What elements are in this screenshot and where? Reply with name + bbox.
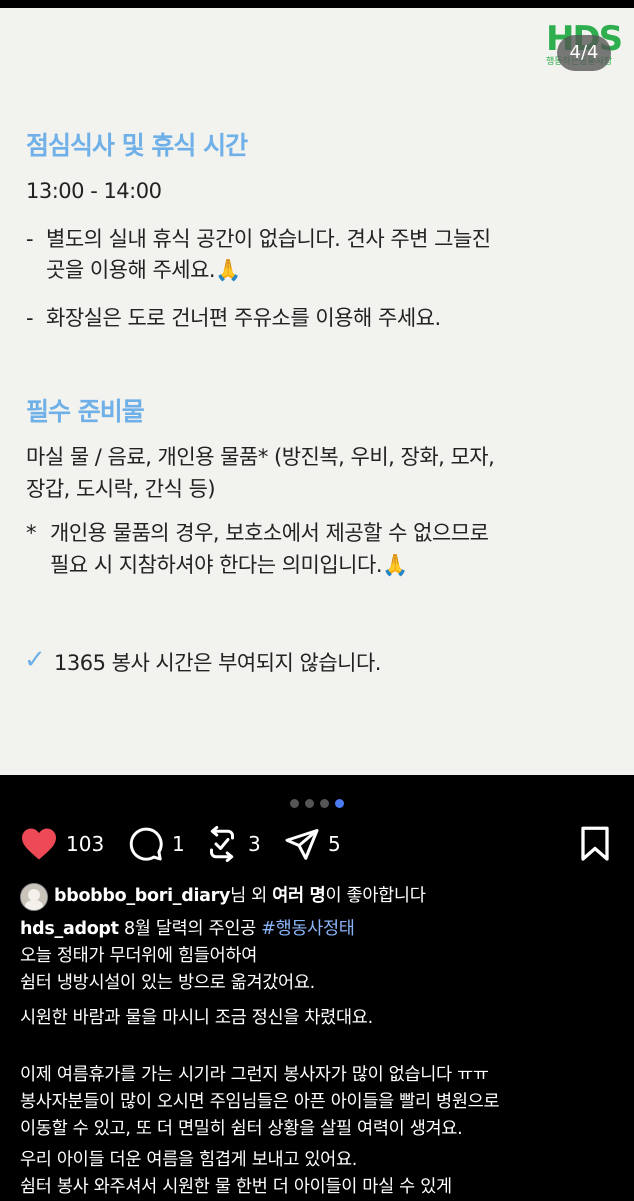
lunch-break-heading: 점심식사 및 휴식 시간 — [26, 131, 248, 160]
repost-count: 3 — [248, 832, 261, 856]
post-actions-bar: 103 1 3 5 — [0, 822, 634, 866]
lunch-time: 13:00 - 14:00 — [26, 179, 162, 203]
send-icon — [284, 826, 320, 862]
save-button[interactable] — [578, 822, 612, 866]
repost-icon — [204, 826, 240, 862]
comment-count: 1 — [172, 832, 185, 856]
bullet1-line2: 곳을 이용해 주세요.🙏 — [46, 258, 241, 282]
status-area — [0, 0, 634, 8]
caption-line: 쉼터 봉사 와주셔서 시원한 물 한번 더 아이들이 마실 수 있게 — [20, 1177, 452, 1197]
comment-button[interactable]: 1 — [128, 822, 185, 866]
slide-counter: 4/4 — [557, 35, 611, 71]
carousel-dot-active[interactable] — [335, 799, 344, 808]
liked-by-others[interactable]: 여러 명 — [272, 886, 326, 906]
like-count: 103 — [66, 832, 105, 856]
repost-button[interactable]: 3 — [204, 822, 261, 866]
caption-first-line: hds_adopt 8월 달력의 주인공 #행동사정태 — [20, 916, 355, 943]
carousel-dot[interactable] — [305, 799, 314, 808]
caption-line: 우리 아이들 더운 여름을 힘겹게 보내고 있어요. — [20, 1150, 358, 1170]
note-line2: 필요 시 지참하셔야 한다는 의미입니다.🙏 — [50, 553, 408, 577]
liked-by-suffix: 이 좋아합니다 — [325, 886, 426, 906]
liker-avatar[interactable] — [20, 883, 48, 911]
check-icon: ✓ — [24, 645, 46, 675]
caption-line: 시원한 바람과 물을 마시니 조금 정신을 차렸대요. — [20, 1008, 373, 1028]
carousel-slide[interactable]: HDS 행동하는동물사랑 4/4 점심식사 및 휴식 시간 13:00 - 14… — [0, 8, 634, 775]
caption-line: 오늘 정태가 무더위에 힘들어하여 — [20, 946, 257, 966]
bullet-dash: - — [26, 227, 34, 251]
volunteer-hours-note: 1365 봉사 시간은 부여되지 않습니다. — [54, 651, 381, 675]
share-count: 5 — [328, 832, 341, 856]
caption-line: 이동할 수 있고, 또 더 면밀히 쉼터 상황을 살필 여력이 생겨요. — [20, 1119, 463, 1139]
comment-icon — [128, 826, 164, 862]
note-line1: 개인용 물품의 경우, 보호소에서 제공할 수 없으므로 — [50, 521, 489, 545]
caption-line: 이제 여름휴가를 가는 시기라 그런지 봉사자가 많이 없습니다 ㅠㅠ — [20, 1065, 489, 1085]
liked-by-middle: 님 외 — [230, 886, 273, 906]
bullet2-text: 화장실은 도로 건너편 주유소를 이용해 주세요. — [46, 306, 441, 330]
caption-text: 8월 달력의 주인공 — [118, 919, 262, 939]
like-button[interactable]: 103 — [20, 822, 104, 866]
caption-line: 봉사자분들이 많이 오시면 주임님들은 아픈 아이들을 빨리 병원으로 — [20, 1092, 500, 1112]
bullet1-line1: 별도의 실내 휴식 공간이 없습니다. 견사 주변 그늘진 — [46, 227, 491, 251]
bullet-dash: - — [26, 306, 34, 330]
carousel-dot[interactable] — [320, 799, 329, 808]
required-items-heading: 필수 준비물 — [26, 397, 145, 426]
carousel-indicator[interactable] — [0, 793, 634, 808]
items-line1: 마실 물 / 음료, 개인용 물품* (방진복, 우비, 장화, 모자, — [26, 445, 495, 469]
share-button[interactable]: 5 — [284, 822, 341, 866]
caption-line: 쉼터 냉방시설이 있는 방으로 옮겨갔어요. — [20, 973, 315, 993]
post-author[interactable]: hds_adopt — [20, 919, 119, 939]
liker-username[interactable]: bbobbo_bori_diary — [54, 886, 230, 906]
heart-icon — [20, 827, 58, 861]
hashtag-link[interactable]: #행동사정태 — [261, 919, 355, 939]
liked-by-line: bbobbo_bori_diary님 외 여러 명이 좋아합니다 — [54, 883, 426, 910]
bookmark-icon — [578, 826, 612, 862]
carousel-dot[interactable] — [290, 799, 299, 808]
items-line2: 장갑, 도시락, 간식 등) — [26, 477, 216, 501]
note-asterisk: * — [26, 521, 37, 545]
